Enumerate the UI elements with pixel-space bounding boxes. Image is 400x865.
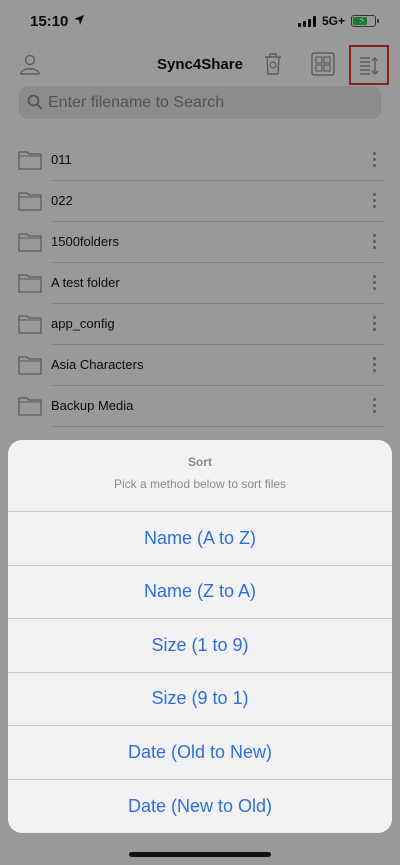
sheet-message: Pick a method below to sort files [113, 477, 287, 491]
sheet-title: Sort [188, 455, 212, 469]
sort-option-size-desc[interactable]: Size (9 to 1) [8, 673, 392, 726]
sort-option-size-asc[interactable]: Size (1 to 9) [8, 619, 392, 673]
sheet-header: Sort Pick a method below to sort files [8, 440, 392, 512]
sort-option-date-asc[interactable]: Date (Old to New) [8, 726, 392, 780]
sort-action-sheet: Sort Pick a method below to sort files N… [8, 440, 392, 833]
sort-option-name-desc[interactable]: Name (Z to A) [8, 566, 392, 619]
sort-option-name-asc[interactable]: Name (A to Z) [8, 512, 392, 566]
sort-option-date-desc[interactable]: Date (New to Old) [8, 780, 392, 834]
home-indicator [129, 852, 271, 857]
